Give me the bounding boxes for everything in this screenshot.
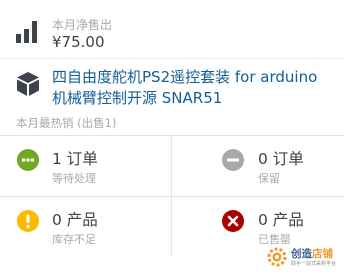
watermark-brand: 创造店铺 [291,246,333,261]
net-sales-label: 本月净售出 [52,18,113,32]
ellipsis-icon [17,149,39,171]
bar-chart-icon [16,21,37,43]
woocommerce-status-widget: 本月净售出 ¥75.00 四自由度舵机PS2遥控套装 for arduino 机… [0,0,344,275]
out-of-stock-count: 0 产品 [258,211,304,229]
net-sales-value: ¥75.00 [52,33,105,51]
watermark-brand-a: 创造 [291,248,312,260]
site-watermark: 创造店铺 助手一站式采购平台 [258,244,344,270]
top-seller-product-link[interactable]: 四自由度舵机PS2遥控套装 for arduino 机械臂控制开源 SNAR51 [52,67,344,109]
low-stock-label: 库存不足 [52,233,96,246]
processing-orders-count: 1 订单 [52,150,98,168]
gear-logo-icon [267,247,287,267]
watermark-brand-b: 店铺 [312,248,333,260]
box-icon [17,72,39,96]
on-hold-orders-label: 保留 [258,172,280,185]
on-hold-orders-cell[interactable]: 0 订单 保留 [172,136,344,197]
watermark-tagline: 助手一站式采购平台 [291,261,337,267]
processing-orders-label: 等待处理 [52,172,96,185]
processing-orders-cell[interactable]: 1 订单 等待处理 [0,136,172,197]
on-hold-orders-count: 0 订单 [258,150,304,168]
net-sales-row[interactable]: 本月净售出 ¥75.00 [0,0,344,59]
top-seller-label: 本月最热销 (出售1) [16,116,117,130]
product-name-line-2: 机械臂控制开源 SNAR51 [52,89,223,107]
exclamation-icon [17,210,39,232]
minus-icon [222,149,244,171]
top-seller-row[interactable]: 四自由度舵机PS2遥控套装 for arduino 机械臂控制开源 SNAR51… [0,59,344,136]
x-icon [222,210,244,232]
low-stock-cell[interactable]: 0 产品 库存不足 [0,197,172,257]
product-name-line-1: 四自由度舵机PS2遥控套装 for arduino [52,68,318,86]
low-stock-count: 0 产品 [52,211,98,229]
